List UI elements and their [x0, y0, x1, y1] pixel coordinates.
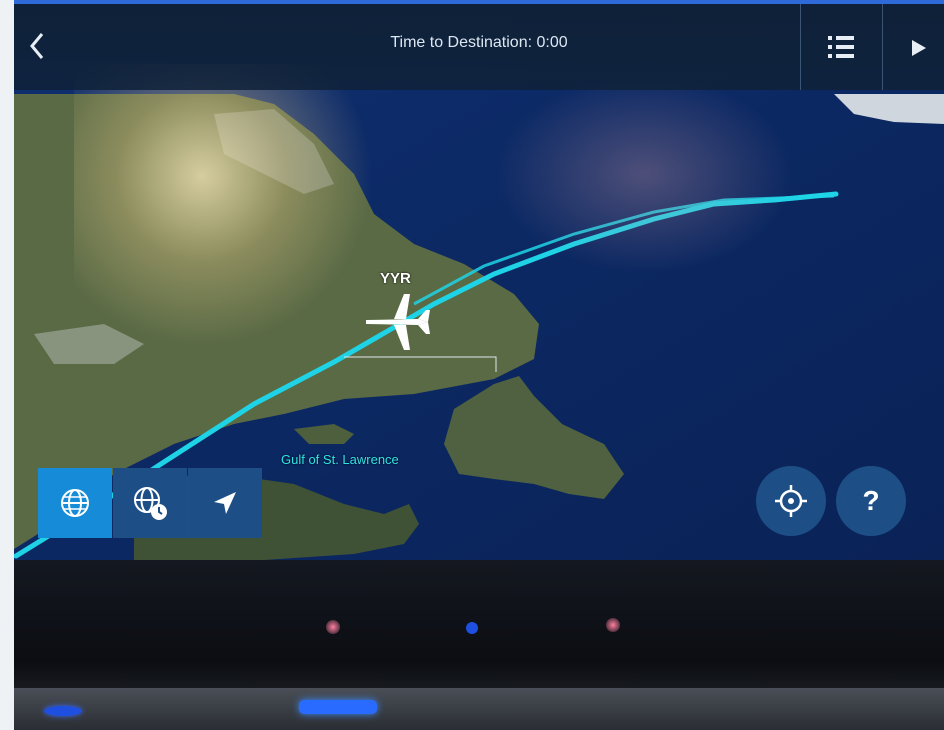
top-bar: Time to Destination: 0:00 [14, 4, 944, 90]
airport-label: YYR [380, 270, 411, 287]
region-label: Gulf of St. Lawrence [281, 452, 399, 467]
indicator-light [326, 620, 340, 634]
center-map-button[interactable] [756, 466, 826, 536]
chevron-left-icon [30, 33, 44, 59]
globe-icon [61, 489, 89, 517]
device-left-edge [0, 0, 14, 730]
divider [882, 4, 883, 90]
indicator-light [606, 618, 620, 632]
indicator-light [466, 622, 478, 634]
globe-clock-icon [134, 487, 167, 520]
list-icon [828, 36, 854, 58]
crosshair-icon [775, 485, 807, 517]
play-icon [912, 40, 926, 56]
navigation-arrow-icon [214, 492, 236, 514]
device-lower-bar [14, 688, 944, 730]
play-button[interactable] [884, 4, 944, 90]
menu-button[interactable] [800, 4, 882, 90]
cockpit-view-button[interactable] [188, 468, 262, 538]
page-title: Time to Destination: 0:00 [390, 34, 568, 51]
usb-port-light [299, 700, 377, 714]
globe-view-button[interactable] [38, 468, 112, 538]
seatback-screen: YYR Gulf of St. Lawrence Time to Destina… [14, 4, 944, 560]
view-toolbar [38, 468, 262, 538]
world-time-button[interactable] [113, 468, 187, 538]
back-button[interactable] [18, 24, 54, 68]
power-button[interactable] [44, 706, 82, 716]
help-button[interactable]: ? [836, 466, 906, 536]
